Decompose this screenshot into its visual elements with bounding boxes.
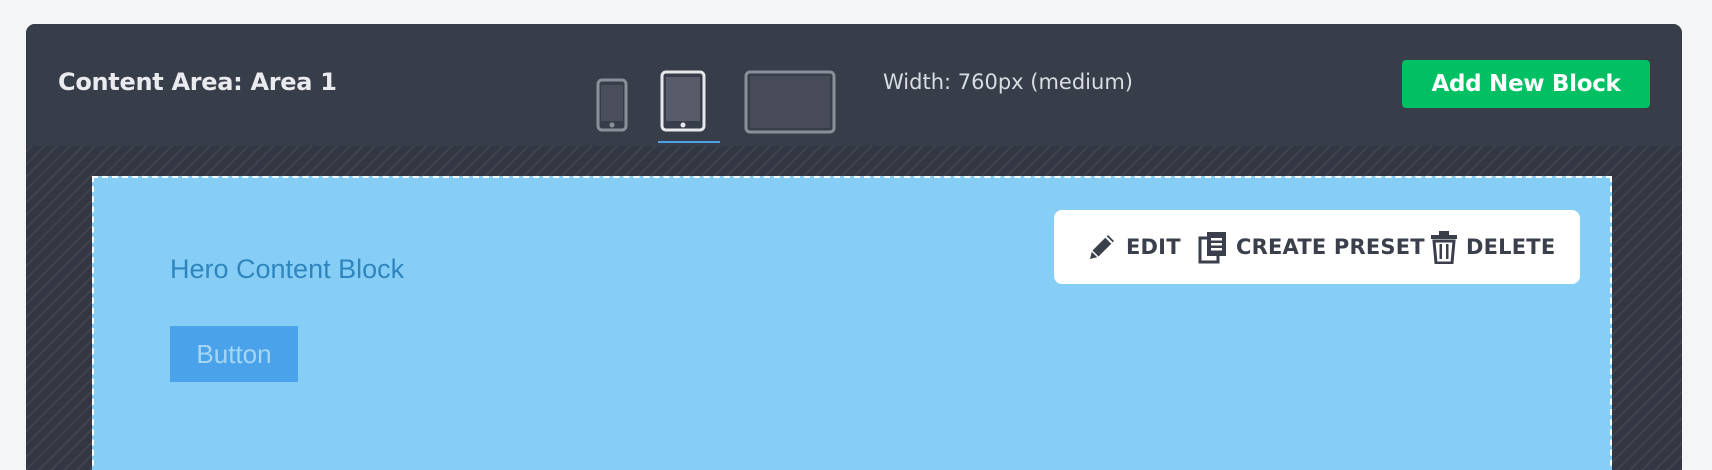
delete-button[interactable]: DELETE <box>1430 230 1555 264</box>
create-preset-label: CREATE PRESET <box>1236 235 1425 259</box>
pencil-icon <box>1090 235 1114 259</box>
hero-button[interactable]: Button <box>170 326 298 382</box>
phone-icon <box>596 78 628 132</box>
device-phone-button[interactable] <box>596 78 628 137</box>
device-desktop-button[interactable] <box>744 70 836 139</box>
trash-icon <box>1431 231 1457 264</box>
block-title: Hero Content Block <box>170 254 405 284</box>
area-title: Content Area: Area 1 <box>58 68 337 96</box>
content-area-panel: Content Area: Area 1 Width: 760px (mediu… <box>26 24 1682 470</box>
tablet-icon <box>660 70 706 132</box>
hero-content-block[interactable]: Hero Content Block Button EDIT CREATE PR… <box>92 176 1612 470</box>
desktop-icon <box>744 70 836 134</box>
selected-device-indicator <box>658 141 720 143</box>
edit-button[interactable]: EDIT <box>1086 230 1181 264</box>
delete-label: DELETE <box>1466 235 1556 259</box>
edit-label: EDIT <box>1126 235 1181 259</box>
create-preset-button[interactable]: CREATE PRESET <box>1198 230 1425 264</box>
copy-document-icon <box>1198 232 1226 264</box>
add-new-block-button[interactable]: Add New Block <box>1402 60 1650 108</box>
device-tablet-button[interactable] <box>660 70 706 137</box>
width-readout: Width: 760px (medium) <box>883 70 1133 94</box>
block-actions-toolbar: EDIT CREATE PRESET DELETE <box>1054 210 1580 284</box>
preview-canvas: Hero Content Block Button EDIT CREATE PR… <box>26 146 1682 470</box>
content-area-header: Content Area: Area 1 Width: 760px (mediu… <box>26 24 1682 146</box>
